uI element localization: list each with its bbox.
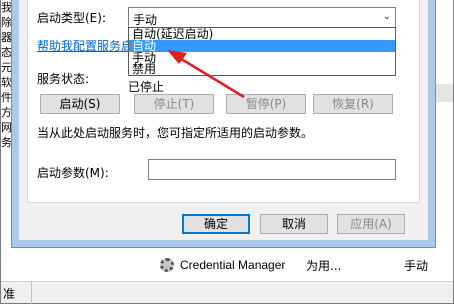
bg-char: 态 (1, 46, 11, 59)
startup-type-dropdown-list: 自动(延迟启动) 自动 手动 禁用 (128, 27, 396, 76)
bg-char: 我 (1, 1, 11, 14)
start-params-label: 启动参数(M): (37, 166, 109, 180)
bg-char: 器 (1, 31, 11, 44)
service-row-credential-manager[interactable]: Credential Manager 为用... 手动 (160, 255, 430, 275)
pause-button[interactable]: 暂停(P) (226, 94, 306, 114)
chevron-down-icon[interactable]: ⌄ (383, 11, 391, 22)
bg-char: 除 (1, 16, 11, 29)
service-status-label: 服务状态: (37, 72, 90, 86)
startup-type-select[interactable]: 手动 ⌄ (128, 7, 396, 28)
bg-char: 件 (1, 91, 11, 104)
resume-button[interactable]: 恢复(R) (313, 94, 393, 114)
dropdown-option-disabled[interactable]: 禁用 (129, 63, 395, 75)
stop-button[interactable]: 停止(T) (134, 94, 214, 114)
bg-char: 软 (1, 76, 11, 89)
start-params-hint: 当从此处启动服务时，您可指定所适用的启动参数。 (37, 126, 314, 140)
bg-char: 务 (1, 136, 11, 149)
services-tab-strip: 准 (1, 281, 453, 304)
service-name: Credential Manager (180, 258, 286, 272)
start-params-input[interactable] (148, 159, 396, 180)
selected-row-highlight (436, 84, 453, 102)
startup-type-value: 手动 (133, 13, 158, 27)
dropdown-option-auto-delayed[interactable]: 自动(延迟启动) (129, 28, 395, 40)
start-button[interactable]: 启动(S) (40, 94, 120, 114)
help-configure-link[interactable]: 帮助我配置服务启 (37, 37, 133, 54)
services-window-right-edge (436, 0, 453, 250)
service-startup-type: 手动 (404, 258, 429, 273)
tab-separator (31, 282, 32, 304)
ok-button[interactable]: 确定 (182, 214, 250, 234)
dropdown-option-auto[interactable]: 自动 (129, 40, 395, 52)
services-window-left-edge: 我 除 器 态 元 软 件 方 网 务 (1, 0, 11, 250)
service-status-value: 已停止 (128, 80, 165, 94)
tab-standard[interactable]: 准 (3, 285, 15, 302)
startup-type-label: 启动类型(E): (37, 11, 106, 25)
bg-char: 网 (1, 121, 11, 134)
apply-button[interactable]: 应用(A) (337, 214, 405, 234)
service-description: 为用... (306, 258, 342, 273)
bg-char: 元 (1, 61, 11, 74)
bg-char: 方 (1, 106, 11, 119)
gear-icon (160, 258, 174, 272)
cancel-button[interactable]: 取消 (260, 214, 328, 234)
